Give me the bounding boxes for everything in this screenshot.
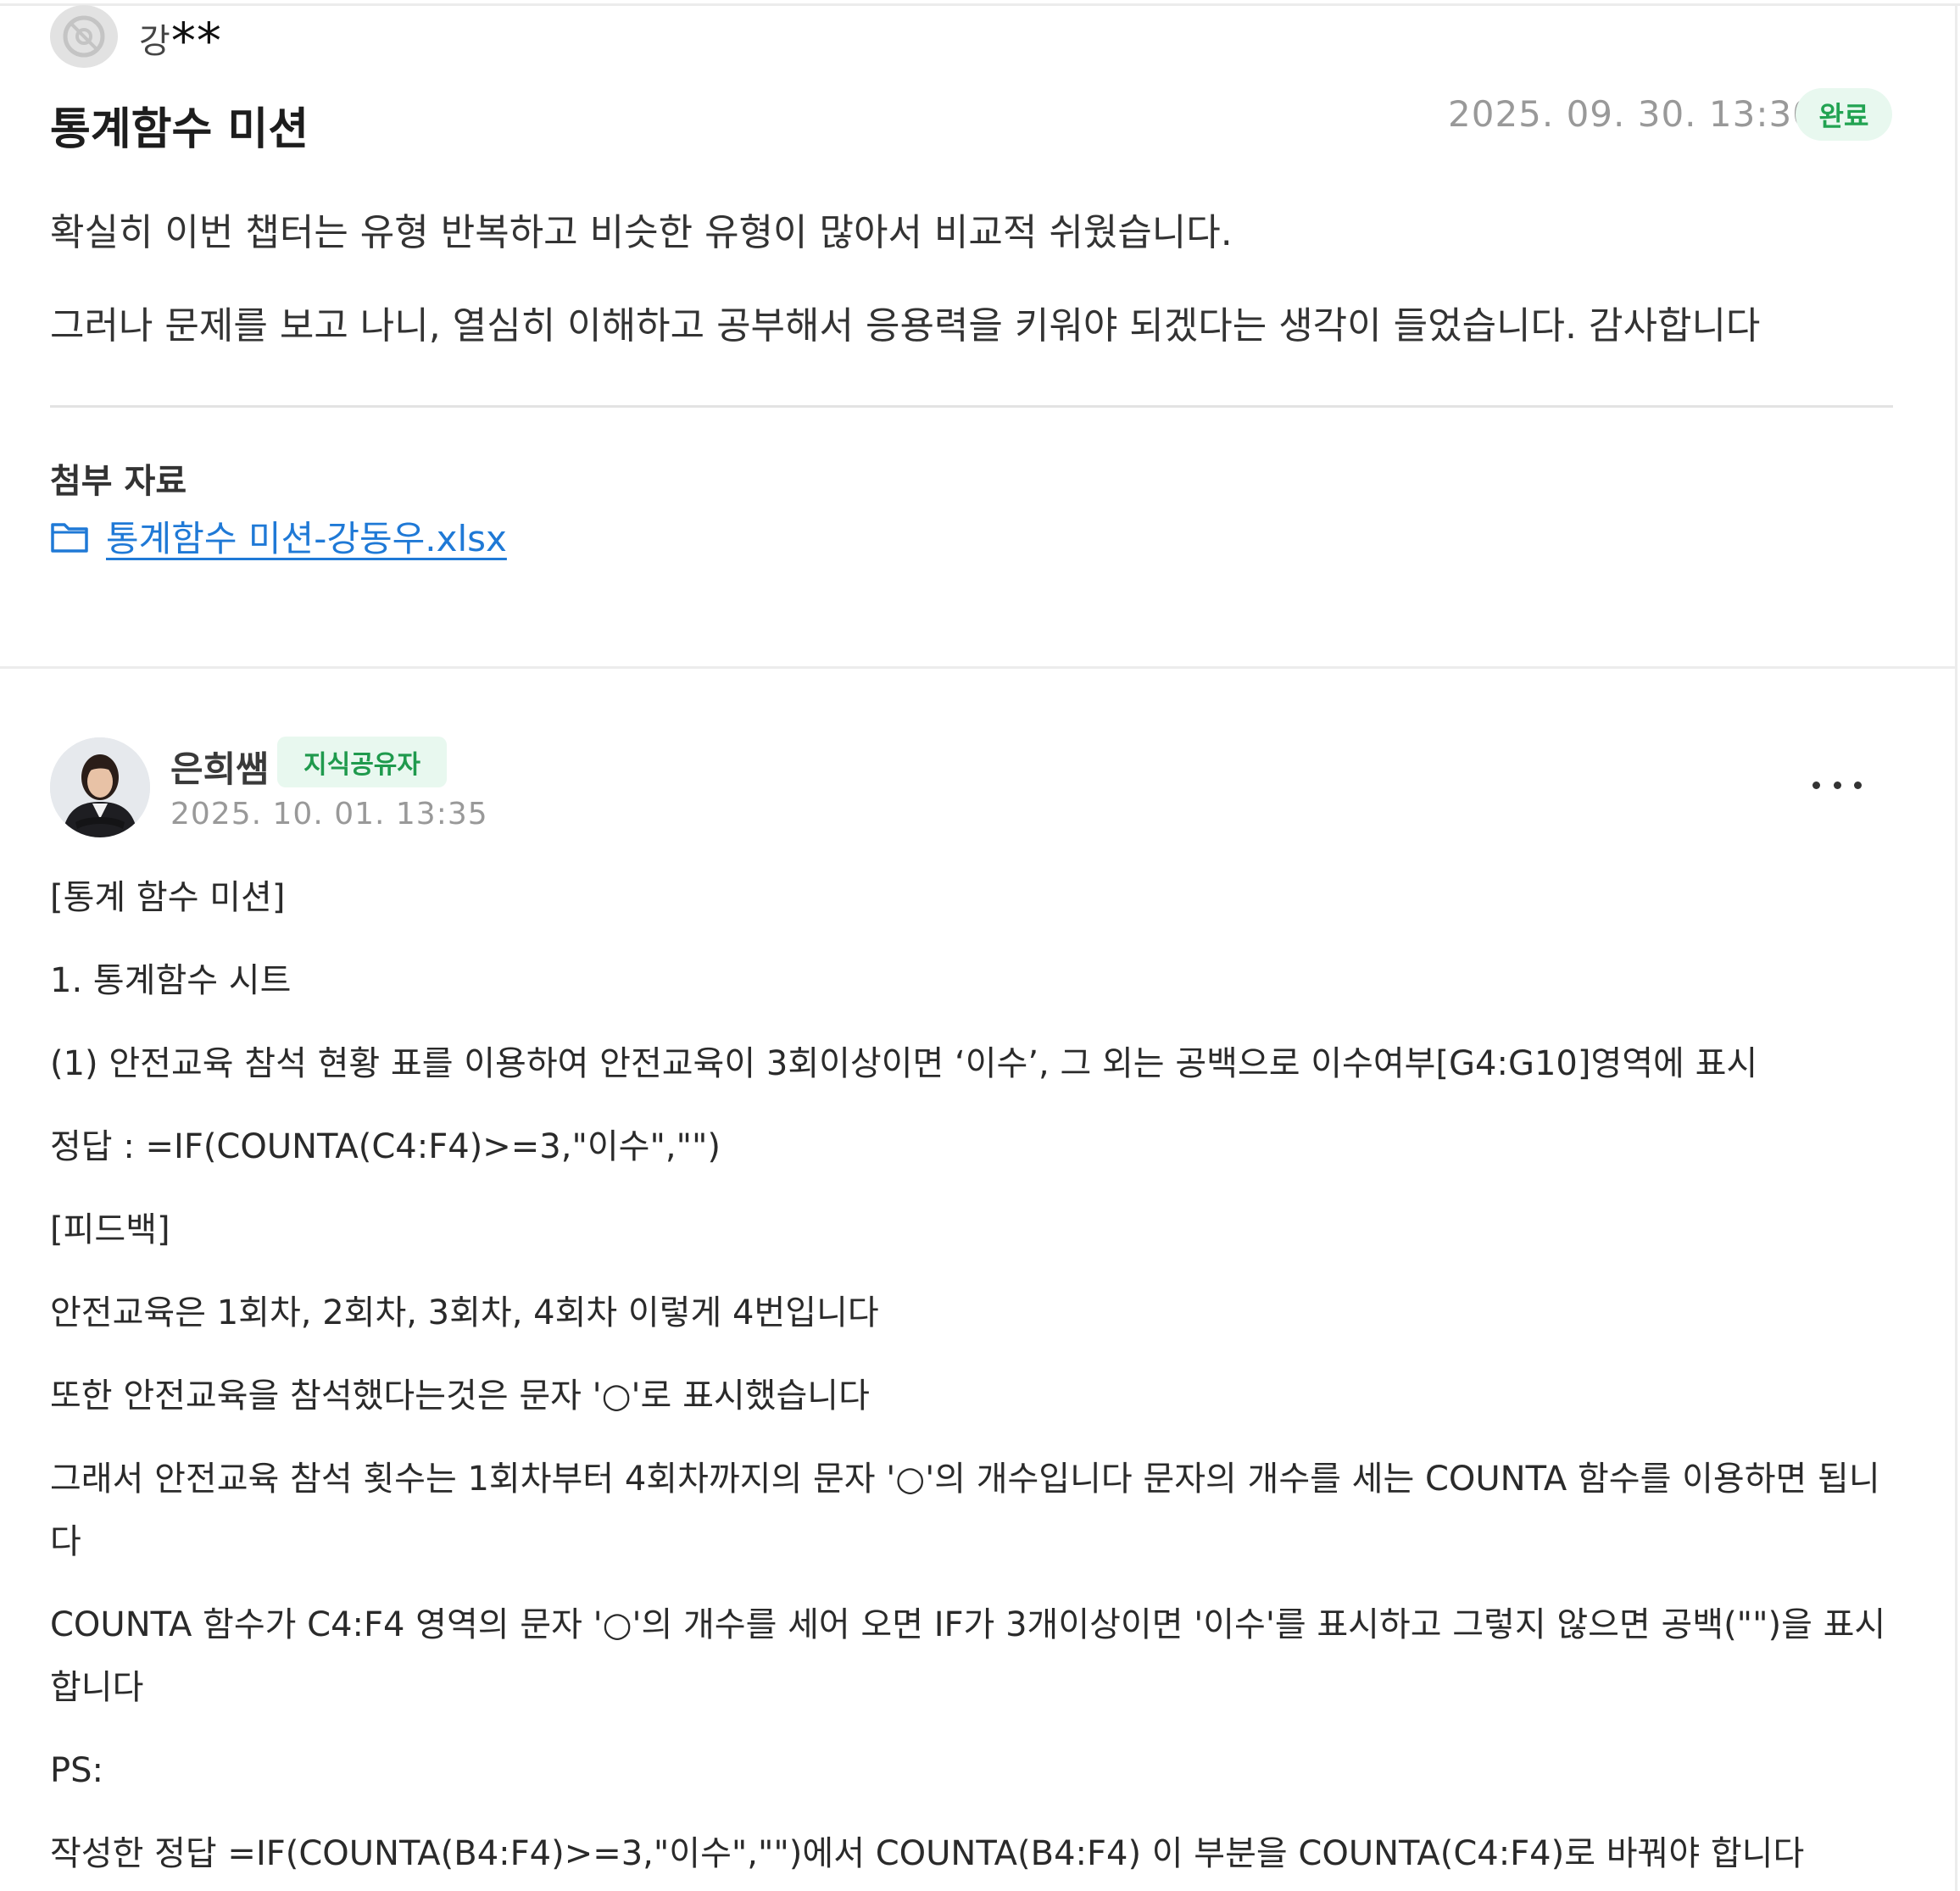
right-border — [1955, 3, 1957, 1891]
more-options-icon — [1854, 781, 1862, 789]
profile-photo — [50, 737, 150, 837]
attachment-label: 첨부 자료 — [50, 462, 187, 501]
post-paragraph: 그러나 문제를 보고 나니, 열심히 이해하고 공부해서 응용력을 키워야 되겠… — [50, 304, 1761, 348]
author-name-text: 강 — [139, 22, 171, 61]
post-title: 통계함수 미션 — [50, 104, 309, 155]
more-options-button[interactable] — [1812, 768, 1862, 802]
comment-line: 정답 : =IF(COUNTA(C4:F4)>=3,"이수","") — [50, 1127, 721, 1166]
comment-date: 2025. 10. 01. 13:35 — [170, 797, 488, 831]
comment-line: [피드백] — [50, 1210, 170, 1249]
folder-icon — [51, 522, 88, 553]
comment-line: 또한 안전교육을 참석했다는것은 문자 '○'로 표시했습니다 — [50, 1377, 870, 1415]
comment-line: 안전교육은 1회차, 2회차, 3회차, 4회차 이렇게 4번입니다 — [50, 1293, 879, 1332]
attachment-row[interactable]: 통계함수 미션-강동우.xlsx — [50, 510, 507, 562]
default-avatar-icon — [63, 15, 105, 58]
post-author-name: 강** — [139, 7, 222, 70]
comment-line: PS: — [50, 1751, 103, 1790]
section-divider — [0, 666, 1955, 669]
comment-line: 작성한 정답 =IF(COUNTA(B4:F4)>=3,"이수","")에서 C… — [50, 1834, 1805, 1873]
status-badge: 완료 — [1796, 88, 1892, 141]
comment-line: COUNTA 함수가 C4:F4 영역의 문자 '○'의 개수를 세어 오면 I… — [50, 1605, 1886, 1707]
comment-author-avatar[interactable] — [50, 737, 150, 837]
instructor-badge: 지식공유자 — [277, 737, 447, 787]
post-date: 2025. 09. 30. 13:30 — [1448, 93, 1816, 135]
post-body: 확실히 이번 챕터는 유형 반복하고 비슷한 유형이 많아서 비교적 쉬웠습니다… — [50, 208, 1915, 352]
comment-line: 그래서 안전교육 참석 횟수는 1회차부터 4회차까지의 문자 '○'의 개수입… — [50, 1460, 1880, 1561]
top-border — [0, 3, 1960, 6]
comment-line: 1. 통계함수 시트 — [50, 961, 292, 1000]
more-options-icon — [1833, 781, 1841, 789]
post-author-avatar[interactable] — [50, 5, 118, 68]
comment-body: [통계 함수 미션] 1. 통계함수 시트 (1) 안전교육 참석 현황 표를 … — [50, 866, 1907, 1885]
comment-line: (1) 안전교육 참석 현황 표를 이용하여 안전교육이 3회이상이면 ‘이수’… — [50, 1044, 1758, 1083]
comment-line: [통계 함수 미션] — [50, 878, 286, 917]
divider — [50, 405, 1893, 408]
author-name-mask: ** — [170, 12, 222, 70]
attachment-file-link[interactable]: 통계함수 미션-강동우.xlsx — [106, 510, 507, 562]
more-options-icon — [1812, 781, 1820, 789]
post-paragraph: 확실히 이번 챕터는 유형 반복하고 비슷한 유형이 많아서 비교적 쉬웠습니다… — [50, 211, 1233, 254]
comment-author-name: 은희쌤 — [170, 748, 269, 790]
